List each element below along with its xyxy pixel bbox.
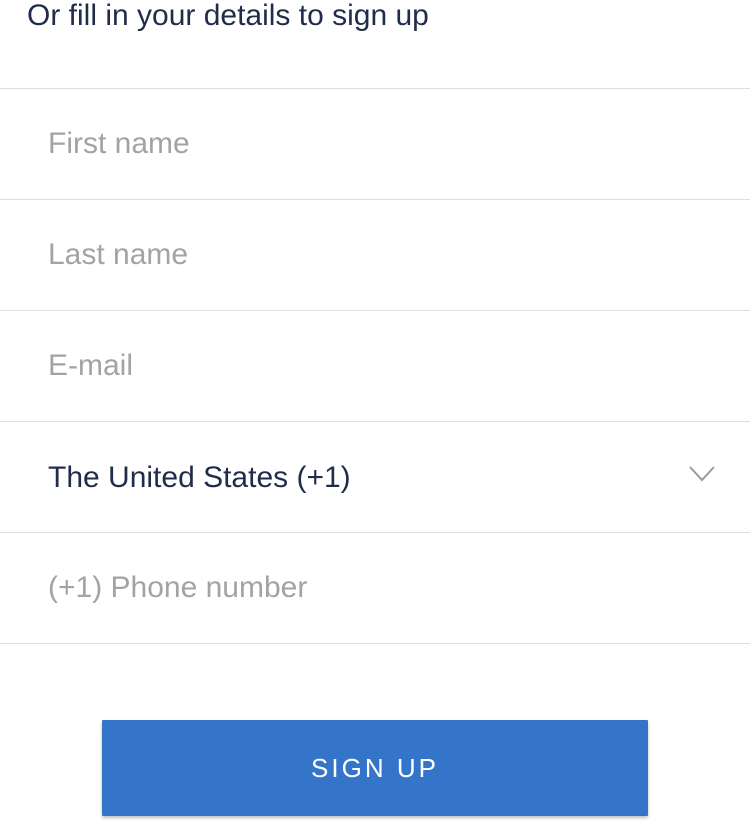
- last-name-input[interactable]: [0, 200, 750, 310]
- sign-up-button[interactable]: SIGN UP: [102, 720, 648, 816]
- first-name-row: [0, 88, 750, 199]
- signup-form: The United States (+1): [0, 88, 750, 644]
- last-name-row: [0, 199, 750, 310]
- country-select-value: The United States (+1): [48, 461, 351, 494]
- email-row: [0, 310, 750, 421]
- first-name-input[interactable]: [0, 89, 750, 199]
- email-input[interactable]: [0, 311, 750, 421]
- phone-input[interactable]: [0, 533, 750, 643]
- country-select[interactable]: The United States (+1): [0, 421, 750, 532]
- signup-heading: Or fill in your details to sign up: [27, 0, 429, 32]
- chevron-down-icon: [688, 465, 716, 483]
- phone-row: [0, 532, 750, 644]
